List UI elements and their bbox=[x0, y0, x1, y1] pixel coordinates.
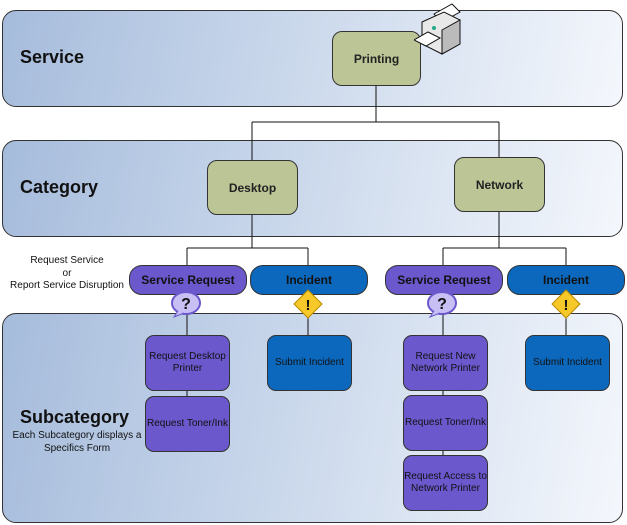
category-node-desktop[interactable]: Desktop bbox=[207, 160, 298, 215]
subcategory-item[interactable]: Submit Incident bbox=[525, 335, 610, 391]
question-bubble-icon: ? bbox=[427, 291, 457, 318]
subcategory-item[interactable]: Submit Incident bbox=[267, 335, 352, 391]
subcategory-item[interactable]: Request Access to Network Printer bbox=[403, 455, 488, 511]
subcategory-item[interactable]: Request Desktop Printer bbox=[145, 335, 230, 391]
question-bubble-icon: ? bbox=[171, 291, 201, 318]
category-node-network[interactable]: Network bbox=[454, 157, 545, 212]
subcategory-item[interactable]: Request Toner/Ink bbox=[145, 396, 230, 452]
subcategory-item[interactable]: Request Toner/Ink bbox=[403, 395, 488, 451]
subcategory-item[interactable]: Request New Network Printer bbox=[403, 335, 488, 391]
svg-text:?: ? bbox=[437, 296, 447, 313]
warning-icon: ! bbox=[551, 289, 581, 319]
warning-icon: ! bbox=[293, 289, 323, 319]
printer-icon bbox=[414, 3, 461, 55]
svg-text:!: ! bbox=[306, 297, 311, 314]
diagram-canvas: Service Category Subcategory Each Subcat… bbox=[0, 0, 627, 525]
connector-lines bbox=[186, 85, 567, 455]
printing-node[interactable]: Printing bbox=[332, 31, 421, 86]
svg-text:!: ! bbox=[564, 297, 569, 314]
svg-text:?: ? bbox=[181, 296, 191, 313]
